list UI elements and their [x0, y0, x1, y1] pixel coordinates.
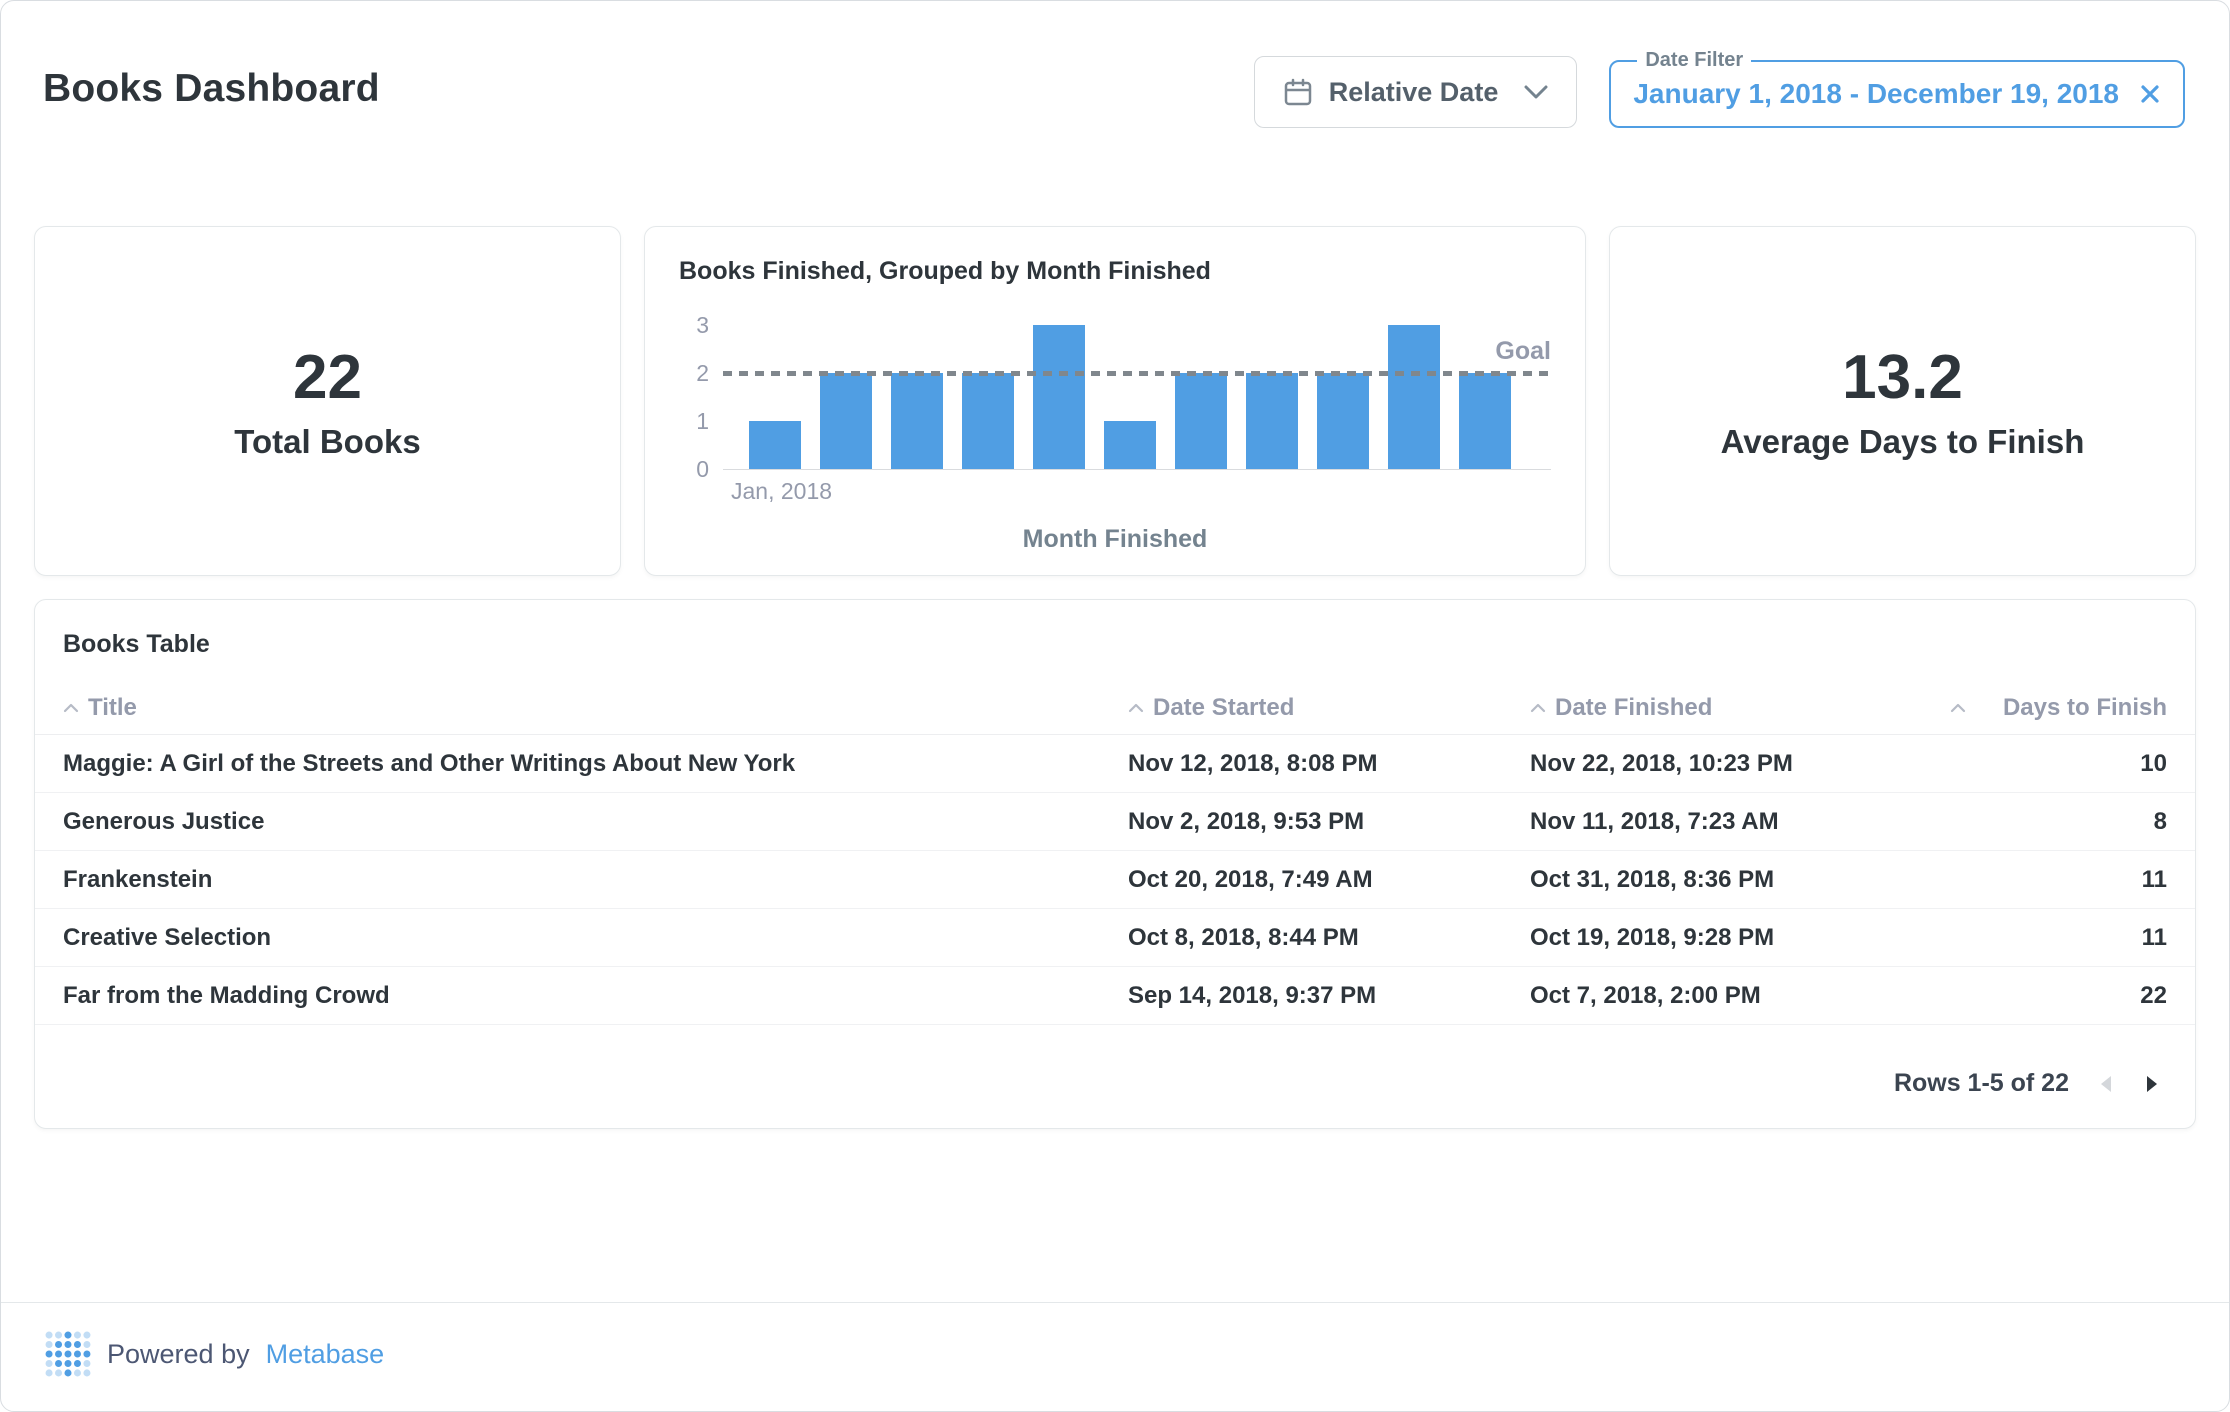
books-finished-chart-card: Books Finished, Grouped by Month Finishe… [644, 226, 1586, 576]
y-tick-label: 3 [696, 311, 709, 339]
chart-plot: Goal [723, 326, 1551, 470]
table-cell: Frankenstein [63, 866, 1128, 894]
table-row[interactable]: Generous JusticeNov 2, 2018, 9:53 PMNov … [35, 793, 2195, 851]
table-cell: Maggie: A Girl of the Streets and Other … [63, 750, 1128, 778]
table-header-row: Title Date Started Date Finished Days to… [35, 681, 2195, 735]
y-tick-label: 1 [696, 407, 709, 435]
date-filter-value[interactable]: January 1, 2018 - December 19, 2018 [1633, 78, 2119, 110]
table-cell: Oct 31, 2018, 8:36 PM [1530, 866, 1932, 894]
metabase-link[interactable]: Metabase [266, 1339, 385, 1370]
bar-may-2018[interactable] [1033, 325, 1085, 469]
goal-label: Goal [1495, 337, 1551, 366]
date-filter-label: Date Filter [1637, 49, 1751, 72]
calendar-icon [1283, 77, 1313, 107]
table-cell: Nov 22, 2018, 10:23 PM [1530, 750, 1932, 778]
avg-days-label: Average Days to Finish [1721, 423, 2085, 461]
table-cell: Sep 14, 2018, 9:37 PM [1128, 982, 1530, 1010]
page-title: Books Dashboard [43, 67, 380, 111]
bar-sep-2018[interactable] [1317, 373, 1369, 469]
y-tick-label: 2 [696, 359, 709, 387]
table-row[interactable]: Maggie: A Girl of the Streets and Other … [35, 735, 2195, 793]
bar-jun-2018[interactable] [1104, 421, 1156, 469]
bar-aug-2018[interactable] [1246, 373, 1298, 469]
bar-oct-2018[interactable] [1388, 325, 1440, 469]
table-cell: 11 [1932, 866, 2167, 894]
rows-count-label: Rows 1-5 of 22 [1894, 1069, 2069, 1098]
sort-caret-icon [1950, 703, 1966, 713]
cards-row: 22 Total Books Books Finished, Grouped b… [34, 226, 2196, 576]
table-cell: 10 [1932, 750, 2167, 778]
avg-days-card[interactable]: 13.2 Average Days to Finish [1609, 226, 2196, 576]
bar-jul-2018[interactable] [1175, 373, 1227, 469]
total-books-label: Total Books [234, 423, 420, 461]
total-books-value: 22 [293, 342, 362, 413]
relative-date-button[interactable]: Relative Date [1254, 56, 1578, 128]
table-cell: Generous Justice [63, 808, 1128, 836]
total-books-card[interactable]: 22 Total Books [34, 226, 621, 576]
bar-jan-2018[interactable] [749, 421, 801, 469]
bar-chart: 0123 Goal [679, 326, 1551, 470]
sort-caret-icon [1530, 703, 1546, 713]
date-filter-clear-button[interactable] [2139, 83, 2161, 105]
table-cell: Creative Selection [63, 924, 1128, 952]
bar-mar-2018[interactable] [891, 373, 943, 469]
prev-page-button[interactable] [2093, 1070, 2117, 1098]
table-cell: Oct 20, 2018, 7:49 AM [1128, 866, 1530, 894]
bar-apr-2018[interactable] [962, 373, 1014, 469]
chart-bars [723, 326, 1551, 470]
relative-date-label: Relative Date [1329, 77, 1499, 108]
bar-nov-2018[interactable] [1459, 373, 1511, 469]
page-footer: Powered by Metabase [1, 1302, 2229, 1411]
next-page-icon [2145, 1074, 2161, 1094]
dashboard-page: Books Dashboard Relative Date [0, 0, 2230, 1412]
table-cell: Nov 2, 2018, 9:53 PM [1128, 808, 1530, 836]
table-cell: 22 [1932, 982, 2167, 1010]
table-body: Maggie: A Girl of the Streets and Other … [35, 735, 2195, 1025]
table-cell: Oct 8, 2018, 8:44 PM [1128, 924, 1530, 952]
date-filter[interactable]: Date Filter January 1, 2018 - December 1… [1609, 49, 2185, 128]
chart-title[interactable]: Books Finished, Grouped by Month Finishe… [679, 257, 1551, 286]
y-tick-label: 0 [696, 455, 709, 483]
table-cell: Oct 19, 2018, 9:28 PM [1530, 924, 1932, 952]
table-cell: Nov 12, 2018, 8:08 PM [1128, 750, 1530, 778]
powered-by-label: Powered by [107, 1339, 250, 1370]
next-page-button[interactable] [2141, 1070, 2165, 1098]
column-header-title[interactable]: Title [63, 694, 1128, 722]
x-tick-label: Jan, 2018 [723, 478, 1551, 505]
metabase-logo-svg [45, 1331, 91, 1377]
column-header-date-finished[interactable]: Date Finished [1530, 694, 1932, 722]
table-cell: 11 [1932, 924, 2167, 952]
prev-page-icon [2097, 1074, 2113, 1094]
chart-y-axis: 0123 [679, 326, 723, 470]
table-cell: 8 [1932, 808, 2167, 836]
table-row[interactable]: Far from the Madding CrowdSep 14, 2018, … [35, 967, 2195, 1025]
table-row[interactable]: FrankensteinOct 20, 2018, 7:49 AMOct 31,… [35, 851, 2195, 909]
table-cell: Far from the Madding Crowd [63, 982, 1128, 1010]
table-title[interactable]: Books Table [35, 630, 2195, 681]
metabase-logo [45, 1331, 91, 1377]
column-header-days-to-finish[interactable]: Days to Finish [1932, 694, 2167, 722]
table-cell: Oct 7, 2018, 2:00 PM [1530, 982, 1932, 1010]
table-pagination: Rows 1-5 of 22 [35, 1025, 2195, 1102]
sort-caret-icon [63, 703, 79, 713]
column-header-date-started[interactable]: Date Started [1128, 694, 1530, 722]
x-axis-title: Month Finished [679, 525, 1551, 554]
header-controls: Relative Date Date Filter January 1, 201… [1254, 49, 2185, 128]
table-row[interactable]: Creative SelectionOct 8, 2018, 8:44 PMOc… [35, 909, 2195, 967]
column-label: Date Started [1153, 694, 1294, 722]
dashboard-header: Books Dashboard Relative Date [1, 1, 2229, 128]
chevron-down-icon [1524, 85, 1548, 99]
avg-days-value: 13.2 [1842, 342, 1963, 413]
column-label: Days to Finish [2003, 694, 2167, 722]
sort-caret-icon [1128, 703, 1144, 713]
close-icon [2139, 83, 2161, 105]
bar-feb-2018[interactable] [820, 373, 872, 469]
table-cell: Nov 11, 2018, 7:23 AM [1530, 808, 1932, 836]
books-table-card: Books Table Title Date Started Date Fini… [34, 599, 2196, 1129]
column-label: Title [88, 694, 137, 722]
goal-line [723, 371, 1551, 376]
column-label: Date Finished [1555, 694, 1712, 722]
